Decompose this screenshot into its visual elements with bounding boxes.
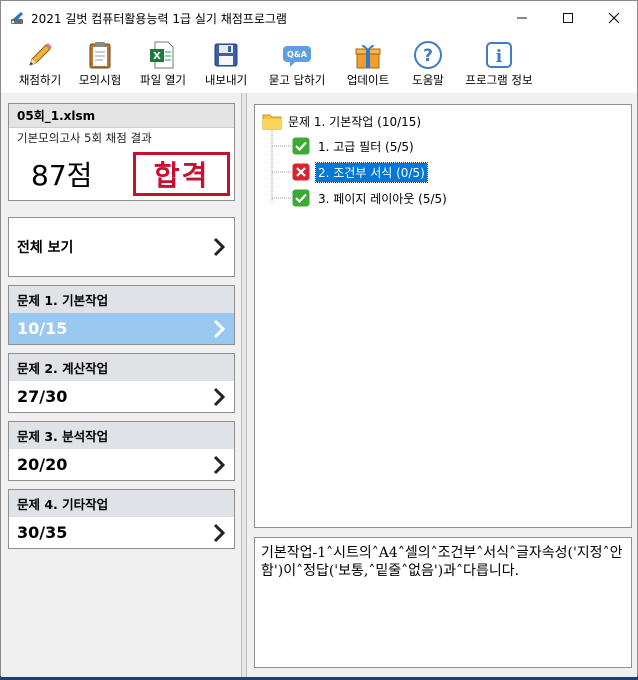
description-text: 기본작업-1˄시트의˄A4˄셀의˄조건부˄서식˄글자속성('지정˄안함')이˄정… — [261, 545, 623, 579]
problem-score: 27/30 — [17, 387, 68, 406]
app-window: 2021 길벗 컴퓨터활용능력 1급 실기 채점프로그램 채점하기 모의시험 X… — [0, 0, 638, 677]
update-button[interactable]: 업데이트 — [337, 35, 399, 91]
chevron-right-icon — [213, 523, 226, 542]
problem-title: 문제 3. 분석작업 — [9, 422, 234, 449]
total-score: 87점 — [31, 159, 93, 192]
close-icon — [608, 12, 620, 24]
update-label: 업데이트 — [346, 73, 390, 87]
minimize-icon — [517, 17, 527, 19]
problem-score: 20/20 — [17, 455, 68, 474]
left-panel: 05회_1.xlsm 기본모의고사 5회 채점 결과 87점 합격 전체 보기 … — [1, 93, 243, 677]
chevron-right-icon — [213, 237, 226, 257]
score-row: 87점 합격 — [9, 148, 234, 200]
error-x-icon — [292, 163, 310, 181]
folder-icon — [262, 114, 282, 130]
close-button[interactable] — [591, 1, 637, 35]
problem-title: 문제 4. 기타작업 — [9, 490, 234, 517]
problem-card-1[interactable]: 문제 1. 기본작업 10/15 — [8, 285, 235, 345]
floppy-disk-icon — [210, 39, 242, 71]
problem-title: 문제 2. 계산작업 — [9, 354, 234, 381]
grade-button[interactable]: 채점하기 — [11, 35, 69, 91]
mock-exam-button[interactable]: 모의시험 — [69, 35, 131, 91]
problem-score-row: 30/35 — [9, 517, 234, 548]
excel-file-icon: X — [147, 39, 179, 71]
check-icon — [292, 189, 310, 207]
problem-score-row: 10/15 — [9, 313, 234, 344]
title-bar[interactable]: 2021 길벗 컴퓨터활용능력 1급 실기 채점프로그램 — [1, 1, 637, 35]
maximize-icon — [563, 13, 573, 23]
chevron-right-icon — [213, 319, 226, 338]
chevron-right-icon — [213, 387, 226, 406]
help-label: 도움말 — [412, 73, 444, 87]
problem-title: 문제 1. 기본작업 — [9, 286, 234, 313]
help-button[interactable]: ? 도움말 — [399, 35, 457, 91]
tree-item-label: 3. 페이지 레이아웃 (5/5) — [318, 191, 447, 206]
problem-score: 30/35 — [17, 523, 68, 542]
grade-label: 채점하기 — [18, 73, 62, 87]
clipboard-icon — [84, 39, 116, 71]
result-card: 05회_1.xlsm 기본모의고사 5회 채점 결과 87점 합격 — [8, 103, 235, 201]
pencil-icon — [24, 39, 56, 71]
program-info-button[interactable]: i 프로그램 정보 — [457, 35, 541, 91]
problem-card-3[interactable]: 문제 3. 분석작업 20/20 — [8, 421, 235, 481]
tree-item-label: 1. 고급 필터 (5/5) — [318, 139, 414, 154]
problem-score: 10/15 — [17, 319, 68, 338]
app-logo-icon — [9, 10, 25, 26]
svg-text:?: ? — [423, 46, 433, 66]
overview-button[interactable]: 전체 보기 — [8, 217, 235, 277]
minimize-button[interactable] — [499, 1, 545, 35]
svg-text:i: i — [496, 47, 503, 67]
open-file-button[interactable]: X 파일 열기 — [131, 35, 195, 91]
problem-score-row: 27/30 — [9, 381, 234, 412]
info-icon: i — [483, 39, 515, 71]
result-tree[interactable]: 문제 1. 기본작업 (10/15) 1. 고급 필터 (5/5) 2. 조건부… — [254, 104, 632, 528]
program-info-label: 프로그램 정보 — [465, 73, 533, 87]
problem-score-row: 20/20 — [9, 449, 234, 480]
tree-item-label: 2. 조건부 서식 (0/5) — [315, 161, 428, 183]
toolbar: 채점하기 모의시험 X 파일 열기 내보내기 Q&A 묻고 답하기 업데이트 ?… — [1, 35, 637, 91]
file-name: 05회_1.xlsm — [9, 104, 234, 128]
mock-exam-label: 모의시험 — [78, 73, 122, 87]
maximize-button[interactable] — [545, 1, 591, 35]
chevron-right-icon — [213, 455, 226, 474]
svg-text:Q&A: Q&A — [287, 50, 308, 59]
help-icon: ? — [412, 39, 444, 71]
pass-stamp: 합격 — [133, 152, 230, 196]
tree-item-selected[interactable]: 2. 조건부 서식 (0/5) — [292, 161, 428, 183]
check-icon — [292, 137, 310, 155]
gift-box-icon — [352, 39, 384, 71]
problem-card-4[interactable]: 문제 4. 기타작업 30/35 — [8, 489, 235, 549]
svg-text:X: X — [153, 51, 161, 62]
window-title: 2021 길벗 컴퓨터활용능력 1급 실기 채점프로그램 — [31, 11, 287, 26]
export-button[interactable]: 내보내기 — [195, 35, 257, 91]
qna-label: 묻고 답하기 — [268, 73, 326, 87]
overview-label: 전체 보기 — [17, 240, 74, 256]
tree-item[interactable]: 3. 페이지 레이아웃 (5/5) — [292, 187, 449, 209]
problem-card-2[interactable]: 문제 2. 계산작업 27/30 — [8, 353, 235, 413]
exam-name: 기본모의고사 5회 채점 결과 — [17, 131, 152, 145]
qna-bubble-icon: Q&A — [281, 39, 313, 71]
tree-root[interactable]: 문제 1. 기본작업 (10/15) — [262, 111, 421, 131]
qna-button[interactable]: Q&A 묻고 답하기 — [257, 35, 337, 91]
tree-root-label: 문제 1. 기본작업 (10/15) — [288, 114, 422, 129]
export-label: 내보내기 — [204, 73, 248, 87]
open-file-label: 파일 열기 — [140, 73, 186, 87]
description-box[interactable]: 기본작업-1˄시트의˄A4˄셀의˄조건부˄서식˄글자속성('지정˄안함')이˄정… — [254, 537, 632, 668]
tree-item[interactable]: 1. 고급 필터 (5/5) — [292, 135, 416, 157]
